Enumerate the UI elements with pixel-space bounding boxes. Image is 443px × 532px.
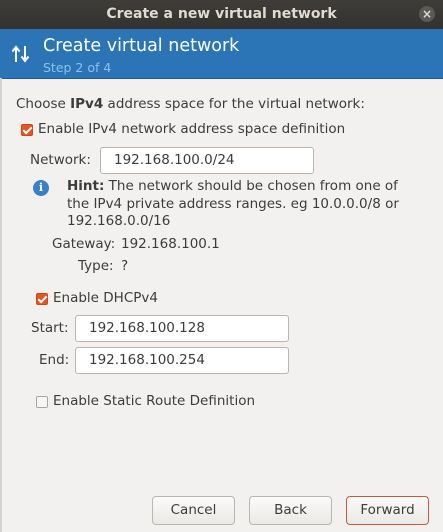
dhcp-end-input[interactable]: 192.168.100.254: [75, 347, 289, 374]
dhcp-enable-checkbox[interactable]: [36, 293, 48, 305]
gateway-label: Gateway:: [52, 236, 116, 252]
dhcp-end-label: End:: [39, 352, 70, 368]
ipv4-enable-checkbox[interactable]: [21, 124, 33, 136]
dhcp-start-label: Start:: [31, 320, 69, 336]
ipv4-enable-label[interactable]: Enable IPv4 network address space defini…: [38, 121, 345, 137]
forward-button[interactable]: Forward: [346, 496, 429, 525]
type-value: ?: [121, 258, 129, 274]
cancel-button[interactable]: Cancel: [152, 496, 235, 525]
ipv4-heading-bold: IPv4: [70, 96, 104, 112]
close-icon[interactable]: ×: [419, 6, 435, 22]
title-bar[interactable]: Create a new virtual network ×: [0, 0, 443, 29]
window-title: Create a new virtual network: [106, 6, 337, 22]
ipv4-heading-prefix: Choose: [16, 96, 71, 112]
network-input[interactable]: 192.168.100.0/24: [100, 147, 314, 174]
back-button[interactable]: Back: [249, 496, 332, 525]
hint-text: Hint: The network should be chosen from …: [67, 178, 423, 231]
ipv4-heading-suffix: address space for the virtual network:: [103, 96, 365, 112]
type-label: Type:: [78, 258, 114, 274]
hint-bold: Hint:: [67, 178, 105, 194]
step-banner: Create virtual network Step 2 of 4: [0, 29, 443, 79]
banner-title: Create virtual network: [43, 36, 240, 56]
static-route-checkbox[interactable]: [36, 396, 48, 408]
dhcp-start-input[interactable]: 192.168.100.128: [75, 315, 289, 342]
updown-arrows-icon: [11, 45, 30, 63]
static-route-label[interactable]: Enable Static Route Definition: [53, 393, 255, 409]
hint-body: The network should be chosen from one of…: [67, 178, 399, 229]
dialog-window: Create a new virtual network × Create vi…: [0, 0, 443, 532]
info-icon: i: [33, 180, 49, 196]
network-label: Network:: [30, 152, 91, 168]
window-edge: [0, 78, 2, 532]
gateway-value: 192.168.100.1: [121, 236, 220, 252]
dhcp-enable-label[interactable]: Enable DHCPv4: [53, 290, 158, 306]
ipv4-heading: Choose IPv4 address space for the virtua…: [16, 96, 365, 112]
banner-step: Step 2 of 4: [43, 60, 112, 75]
